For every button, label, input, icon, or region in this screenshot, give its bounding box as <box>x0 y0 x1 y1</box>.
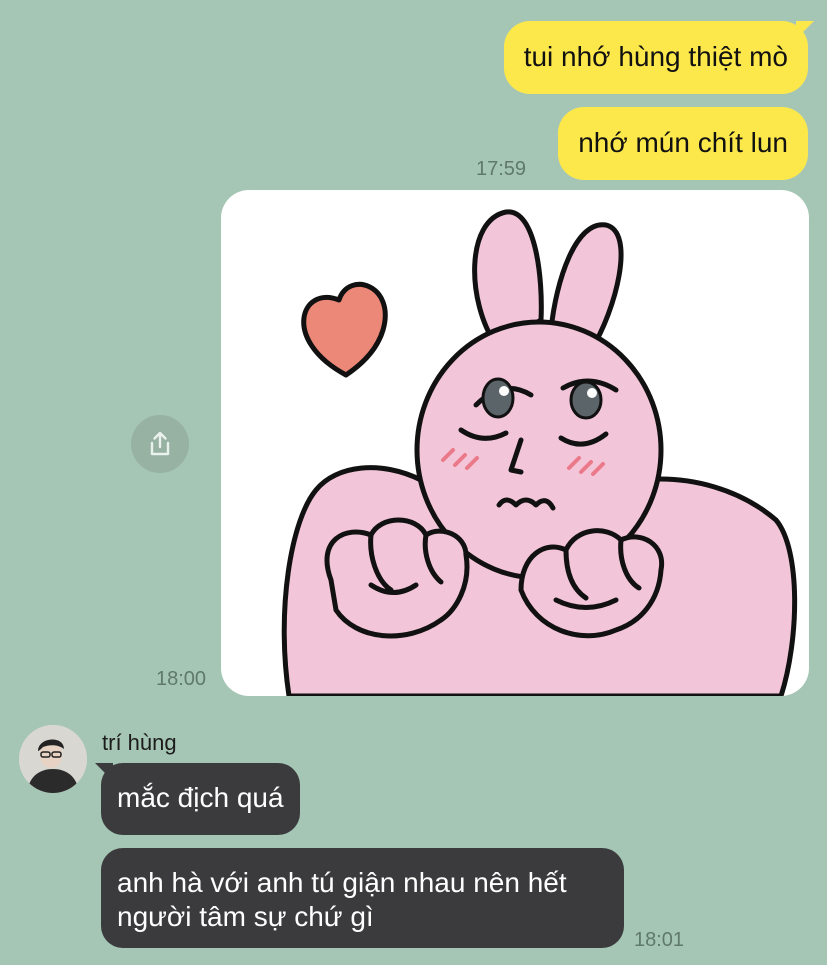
incoming-message-bubble[interactable]: mắc địch quá <box>95 763 300 835</box>
share-button[interactable] <box>131 415 189 473</box>
bubble-tail <box>95 763 113 781</box>
outgoing-message-text: tui nhớ hùng thiệt mò <box>523 41 788 72</box>
share-icon <box>150 431 170 456</box>
user-avatar-icon <box>19 725 87 793</box>
message-timestamp: 18:01 <box>634 929 685 951</box>
outgoing-message-bubble[interactable]: nhớ mún chít lun <box>558 107 808 180</box>
incoming-message-text: mắc địch quá <box>117 782 284 813</box>
sticker-message[interactable] <box>221 190 809 696</box>
sender-name: trí hùng <box>102 730 177 755</box>
sticker-timestamp: 18:00 <box>156 668 207 690</box>
pink-rabbit-heart-sticker-icon <box>281 209 798 696</box>
avatar[interactable] <box>19 725 87 793</box>
bubble-tail <box>796 21 814 39</box>
incoming-message-bubble[interactable]: anh hà với anh tú giận nhau nên hết ngườ… <box>101 848 624 948</box>
outgoing-message-text: nhớ mún chít lun <box>578 127 788 158</box>
incoming-message-text: anh hà với anh tú giận nhau nên hết ngườ… <box>117 867 567 932</box>
outgoing-message-bubble[interactable]: tui nhớ hùng thiệt mò <box>503 21 814 94</box>
message-timestamp: 17:59 <box>476 158 527 180</box>
